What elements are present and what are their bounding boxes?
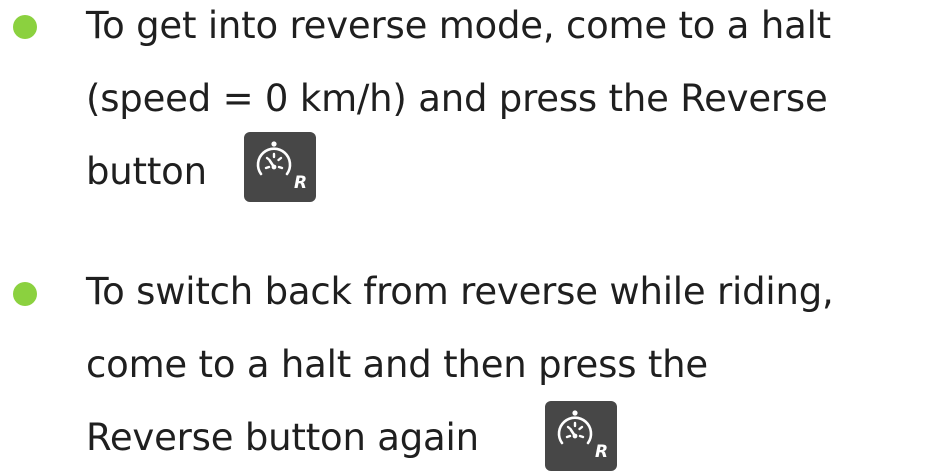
instruction-line: Reverse button again bbox=[86, 416, 479, 459]
instruction-line: To get into reverse mode, come to a halt bbox=[86, 4, 831, 47]
reverse-button-icon: R bbox=[244, 132, 316, 202]
bullet-dot bbox=[13, 282, 37, 306]
reverse-button-icon: R bbox=[545, 401, 617, 471]
bullet-dot bbox=[13, 15, 37, 39]
instruction-line: come to a halt and then press the bbox=[86, 343, 708, 386]
instruction-line: button bbox=[86, 150, 207, 193]
speedometer-icon bbox=[557, 410, 593, 445]
instruction-line: (speed = 0 km/h) and press the Reverse bbox=[86, 77, 828, 120]
reverse-letter: R bbox=[595, 442, 609, 462]
speedometer-icon bbox=[256, 141, 292, 176]
reverse-letter: R bbox=[294, 173, 308, 193]
instruction-line: To switch back from reverse while riding… bbox=[86, 270, 834, 313]
